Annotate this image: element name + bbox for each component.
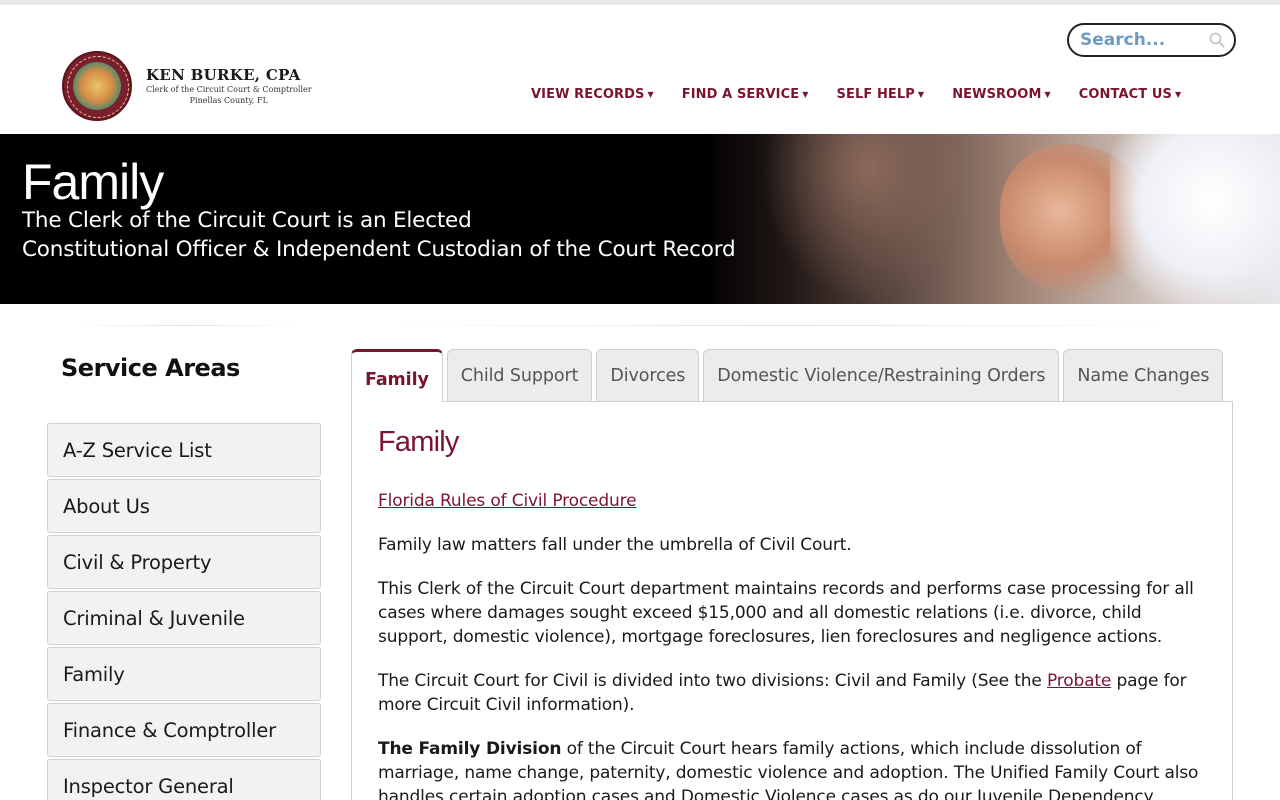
sidebar-item-civil-property[interactable]: Civil & Property bbox=[47, 535, 321, 589]
logo-subtitle: Clerk of the Circuit Court & Comptroller bbox=[146, 85, 312, 94]
nav-label: CONTACT US bbox=[1078, 87, 1173, 102]
nav-self-help[interactable]: SELF HELP ▼ bbox=[837, 87, 925, 102]
nav-find-a-service[interactable]: FIND A SERVICE ▼ bbox=[682, 87, 809, 102]
service-tabs: Family Child Support Divorces Domestic V… bbox=[351, 349, 1227, 402]
caret-down-icon: ▼ bbox=[802, 90, 809, 99]
site-logo[interactable]: KEN BURKE, CPA Clerk of the Circuit Cour… bbox=[62, 51, 312, 121]
search-input[interactable] bbox=[1080, 30, 1200, 50]
family-division-label: The Family Division bbox=[378, 739, 562, 759]
caret-down-icon: ▼ bbox=[647, 90, 654, 99]
department-paragraph: This Clerk of the Circuit Court departme… bbox=[378, 579, 1194, 647]
divisions-paragraph: The Circuit Court for Civil is divided i… bbox=[378, 669, 1206, 717]
caret-down-icon: ▼ bbox=[1175, 90, 1182, 99]
search-box[interactable] bbox=[1067, 23, 1236, 57]
sidebar-title: Service Areas bbox=[61, 354, 240, 382]
banner-photo-figure bbox=[760, 134, 980, 304]
main-nav: VIEW RECORDS ▼ FIND A SERVICE ▼ SELF HELP ▼… bbox=[531, 87, 1209, 102]
nav-label: VIEW RECORDS bbox=[531, 87, 645, 102]
banner-photo-sleeve bbox=[1110, 134, 1280, 304]
sidebar-item-family[interactable]: Family bbox=[47, 647, 321, 701]
sidebar-item-a-z-service-list[interactable]: A-Z Service List bbox=[47, 423, 321, 477]
hero-banner: Family The Clerk of the Circuit Court is… bbox=[0, 134, 1280, 304]
probate-link[interactable]: Probate bbox=[1047, 671, 1111, 691]
site-header: KEN BURKE, CPA Clerk of the Circuit Cour… bbox=[0, 5, 1280, 134]
logo-location: Pinellas County, FL bbox=[189, 96, 268, 105]
rules-paragraph: Florida Rules of Civil Procedure bbox=[378, 489, 1206, 513]
intro-paragraph: Family law matters fall under the umbrel… bbox=[378, 535, 852, 555]
family-division-paragraph: The Family Division of the Circuit Court… bbox=[378, 737, 1206, 800]
nav-label: SELF HELP bbox=[836, 87, 915, 102]
sidebar-item-criminal-juvenile[interactable]: Criminal & Juvenile bbox=[47, 591, 321, 645]
sidebar-item-about-us[interactable]: About Us bbox=[47, 479, 321, 533]
tab-domestic-violence[interactable]: Domestic Violence/Restraining Orders bbox=[703, 349, 1060, 401]
banner-title: Family bbox=[22, 154, 164, 210]
nav-contact-us[interactable]: CONTACT US ▼ bbox=[1079, 87, 1182, 102]
sidebar-divider bbox=[70, 325, 300, 326]
tab-content-panel: Family Florida Rules of Civil Procedure … bbox=[351, 401, 1233, 800]
tab-family[interactable]: Family bbox=[351, 349, 443, 402]
banner-subtitle: The Clerk of the Circuit Court is an Ele… bbox=[22, 206, 736, 264]
tab-divorces[interactable]: Divorces bbox=[596, 349, 700, 401]
content-divider bbox=[380, 325, 1180, 326]
nav-newsroom[interactable]: NEWSROOM ▼ bbox=[952, 87, 1051, 102]
divisions-text: The Circuit Court for Civil is divided i… bbox=[378, 671, 1047, 691]
nav-view-records[interactable]: VIEW RECORDS ▼ bbox=[531, 87, 654, 102]
banner-subtitle-line1: The Clerk of the Circuit Court is an Ele… bbox=[22, 208, 472, 233]
banner-subtitle-line2: Constitutional Officer & Independent Cus… bbox=[22, 237, 736, 262]
sidebar-item-finance-comptroller[interactable]: Finance & Comptroller bbox=[47, 703, 321, 757]
caret-down-icon: ▼ bbox=[917, 90, 925, 99]
search-icon[interactable] bbox=[1209, 32, 1225, 48]
tab-child-support[interactable]: Child Support bbox=[446, 349, 593, 401]
nav-label: FIND A SERVICE bbox=[681, 87, 800, 102]
logo-text: KEN BURKE, CPA Clerk of the Circuit Cour… bbox=[146, 66, 312, 106]
logo-name: KEN BURKE, CPA bbox=[146, 66, 301, 84]
sidebar-list: A-Z Service List About Us Civil & Proper… bbox=[47, 423, 321, 800]
civil-procedure-link[interactable]: Florida Rules of Civil Procedure bbox=[378, 491, 637, 511]
tab-name-changes[interactable]: Name Changes bbox=[1063, 349, 1224, 401]
sidebar-item-inspector-general[interactable]: Inspector General bbox=[47, 759, 321, 800]
caret-down-icon: ▼ bbox=[1044, 90, 1051, 99]
nav-label: NEWSROOM bbox=[952, 87, 1042, 102]
content-heading: Family bbox=[378, 426, 459, 458]
county-seal-icon bbox=[62, 51, 132, 121]
